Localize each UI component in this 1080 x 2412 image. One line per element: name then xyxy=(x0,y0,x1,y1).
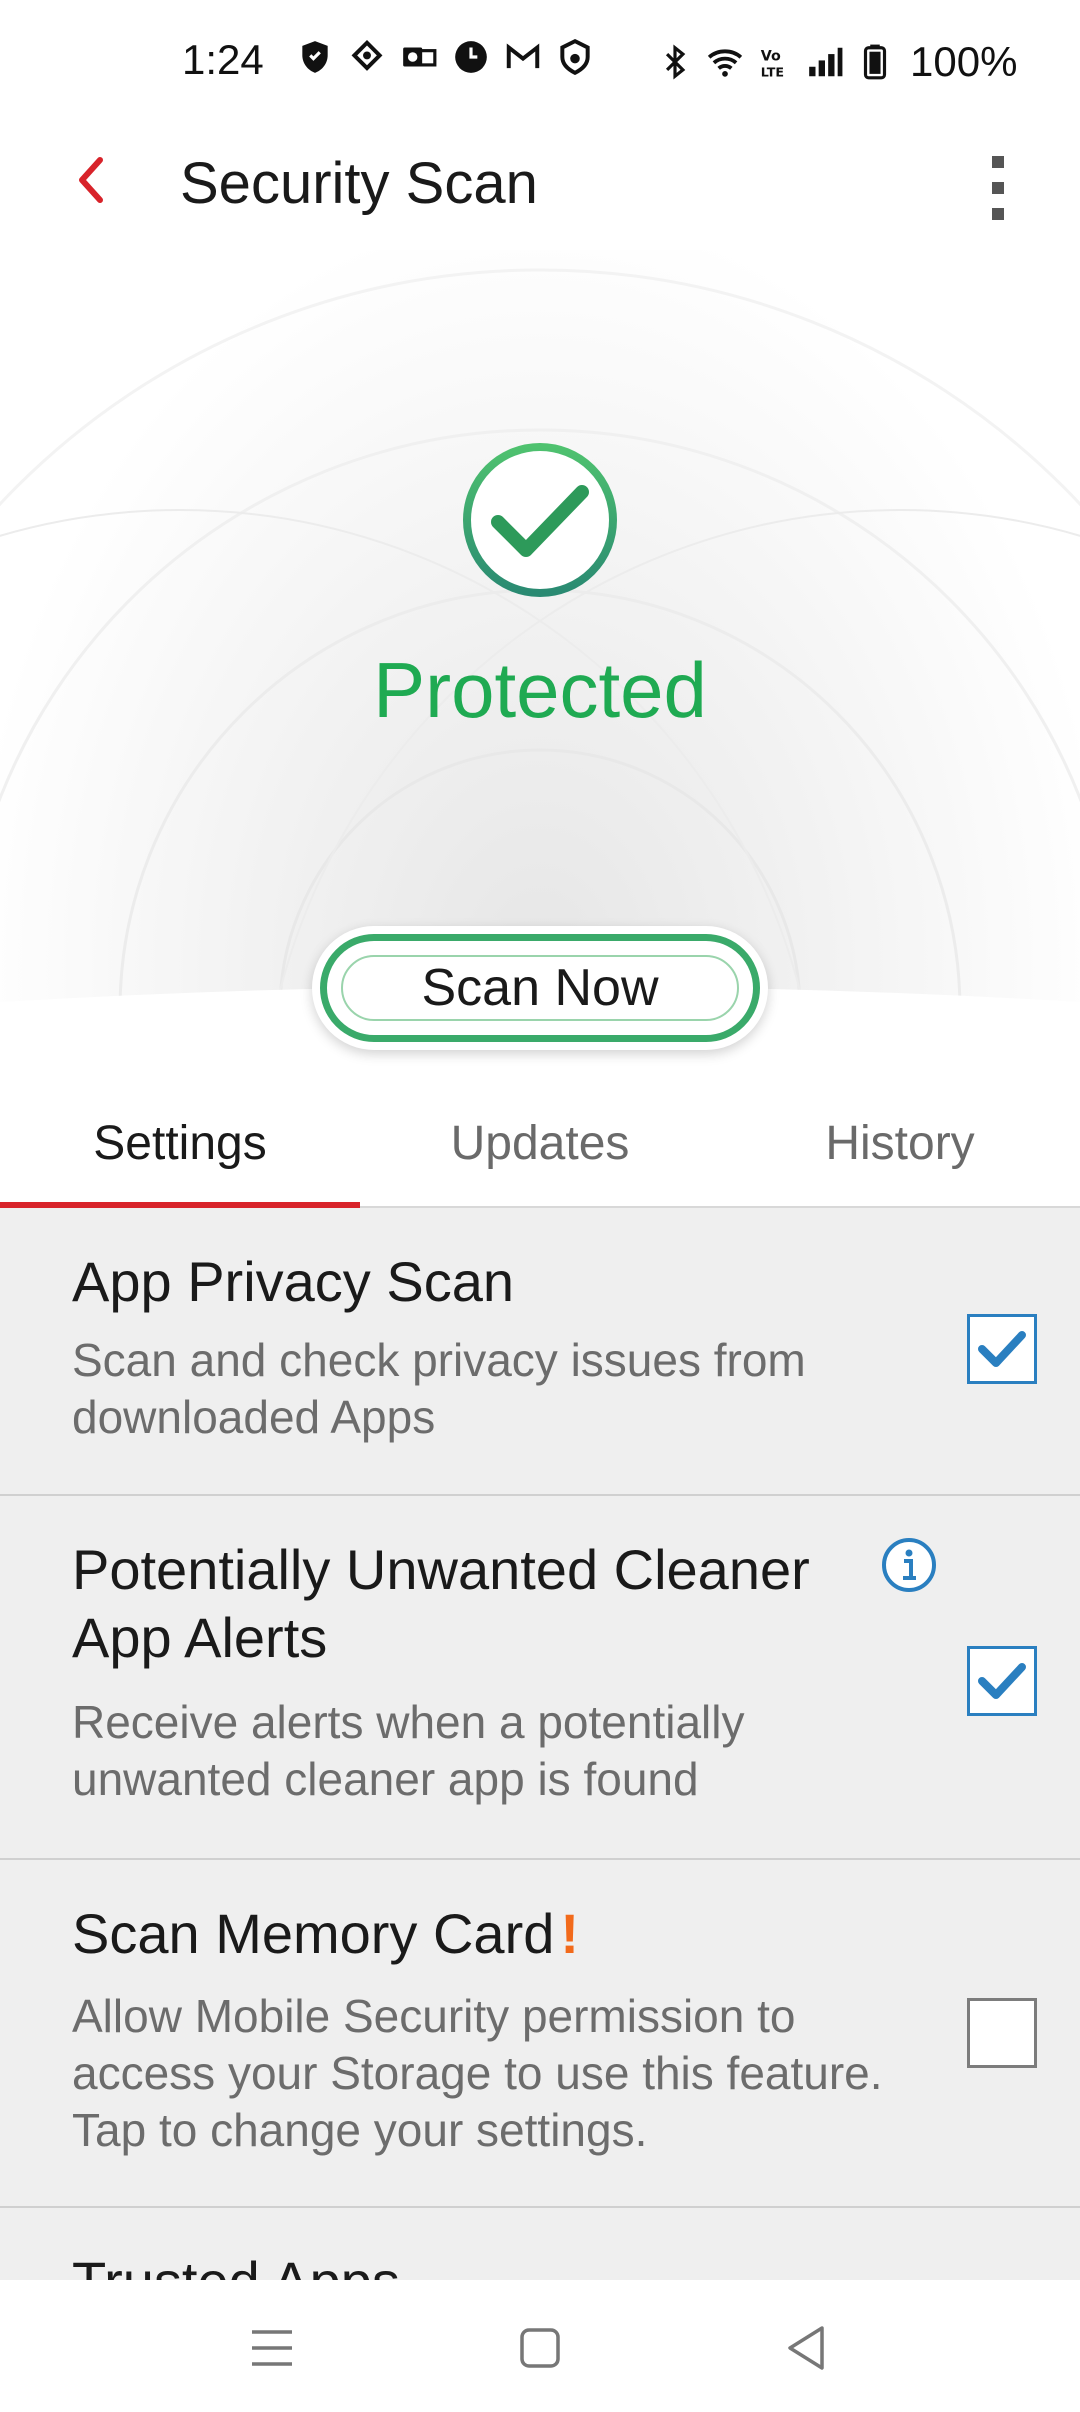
gmail-icon xyxy=(506,43,540,69)
cleaner-alerts-checkbox[interactable] xyxy=(967,1646,1037,1716)
setting-title: Trusted Apps xyxy=(72,2248,400,2280)
memory-card-title-text: Scan Memory Card xyxy=(72,1902,555,1965)
setting-description: downloaded Apps xyxy=(72,1391,436,1443)
home-icon[interactable] xyxy=(512,2320,568,2376)
setting-title: App Privacy Scan xyxy=(72,1250,514,1313)
setting-trusted-apps[interactable]: Trusted Apps xyxy=(0,2208,1080,2280)
background-arcs xyxy=(0,268,1080,1010)
clock-icon xyxy=(455,41,487,73)
protection-status-panel: Protected xyxy=(0,250,1080,1010)
scan-now-button[interactable]: Scan Now xyxy=(320,934,760,1042)
memory-card-checkbox[interactable] xyxy=(967,1998,1037,2068)
setting-description: Tap to change your settings. xyxy=(72,2104,648,2156)
tab-bar: Settings Updates History xyxy=(0,1080,1080,1208)
setting-description: Scan and check privacy issues from xyxy=(72,1334,806,1386)
signal-icon xyxy=(809,47,843,77)
info-icon[interactable] xyxy=(880,1536,938,1594)
setting-description: access your Storage to use this feature. xyxy=(72,2047,883,2099)
back-arrow-icon[interactable] xyxy=(62,150,122,210)
setting-title: App Alerts xyxy=(72,1606,328,1669)
setting-title: Scan Memory Card! xyxy=(72,1900,579,1968)
vpn-icon xyxy=(560,38,590,76)
svg-text:LTE: LTE xyxy=(761,64,784,79)
app-bar: Security Scan xyxy=(0,120,1080,250)
system-icons: Vo LTE 100% xyxy=(656,38,1017,86)
scan-now-label: Scan Now xyxy=(421,959,659,1017)
status-time: 1:24 xyxy=(182,36,264,83)
setting-description: Allow Mobile Security permission to xyxy=(72,1990,796,2042)
system-navigation-bar xyxy=(0,2280,1080,2412)
wifi-icon xyxy=(707,49,743,77)
scan-button-container: Scan Now xyxy=(312,926,768,1050)
checkmark-icon xyxy=(978,1331,1026,1367)
svg-text:Vo: Vo xyxy=(761,48,781,64)
setting-description: Receive alerts when a potentially xyxy=(72,1696,745,1748)
more-options-icon[interactable] xyxy=(968,148,1028,228)
tab-history[interactable]: History xyxy=(720,1080,1080,1206)
settings-list: App Privacy Scan Scan and check privacy … xyxy=(0,1208,1080,2280)
status-bar: 1:24 Vo LTE 100% xyxy=(0,0,1080,120)
setting-title: Potentially Unwanted Cleaner xyxy=(72,1538,810,1601)
sync-icon xyxy=(351,39,383,71)
shield-icon xyxy=(302,41,328,73)
notification-icons xyxy=(296,38,594,76)
tab-settings[interactable]: Settings xyxy=(0,1080,360,1208)
setting-description: unwanted cleaner app is found xyxy=(72,1753,699,1805)
outlook-icon xyxy=(403,47,437,67)
tab-updates[interactable]: Updates xyxy=(360,1080,720,1206)
volte-icon: VoLTE xyxy=(761,48,784,79)
page-title: Security Scan xyxy=(180,151,538,216)
bluetooth-icon xyxy=(665,44,686,80)
checkmark-icon xyxy=(978,1663,1026,1699)
check-circle-icon xyxy=(463,443,617,597)
battery-percentage: 100% xyxy=(910,38,1018,85)
setting-scan-memory-card[interactable]: Scan Memory Card! Allow Mobile Security … xyxy=(0,1860,1080,2208)
battery-icon xyxy=(863,44,887,80)
app-privacy-checkbox[interactable] xyxy=(967,1314,1037,1384)
protection-status-text: Protected xyxy=(373,646,707,734)
warning-icon: ! xyxy=(560,1902,580,1965)
menu-icon[interactable] xyxy=(244,2320,300,2376)
setting-app-privacy-scan[interactable]: App Privacy Scan Scan and check privacy … xyxy=(0,1208,1080,1496)
back-icon[interactable] xyxy=(778,2320,834,2376)
